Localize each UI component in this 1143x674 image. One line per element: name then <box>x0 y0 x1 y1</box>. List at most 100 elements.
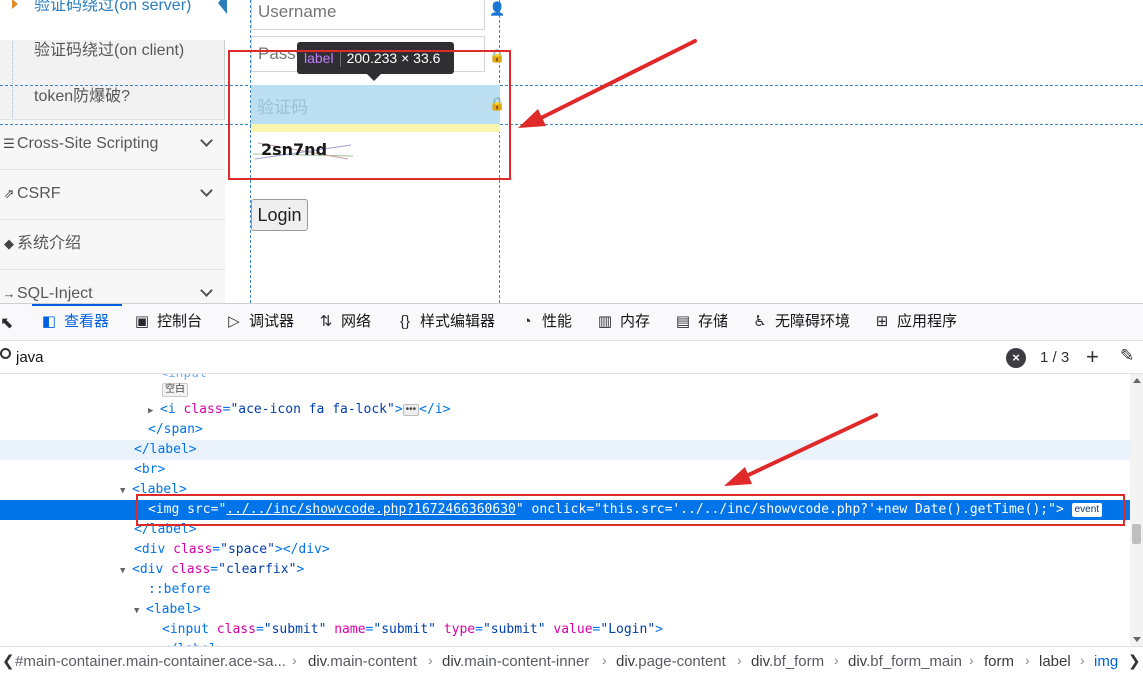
clear-search-button[interactable]: × <box>1006 348 1026 368</box>
collapse-triangle-icon[interactable]: ▼ <box>134 601 146 621</box>
memory-icon: ▥ <box>597 313 613 330</box>
tree-row[interactable]: <br> <box>0 460 1130 480</box>
breadcrumb-class: .page-content <box>634 653 726 670</box>
tab-inspector[interactable]: ◧ 查看器 <box>40 304 109 340</box>
breadcrumb-tag: label <box>1039 653 1071 670</box>
collapsed-children-badge[interactable]: ••• <box>402 403 420 416</box>
debugger-icon: ▷ <box>228 313 240 330</box>
sidebar-item-intro[interactable]: ◆ 系统介绍 <box>0 219 225 269</box>
scrollbar-thumb[interactable] <box>1132 524 1141 544</box>
attr-value: ace-icon fa fa-lock <box>238 402 387 417</box>
tree-row[interactable]: ::before <box>0 580 1130 600</box>
caret-right-icon <box>12 0 18 9</box>
breadcrumb-tag: div <box>442 653 461 670</box>
breadcrumb-item-current[interactable]: img <box>1094 653 1118 670</box>
share-icon: ⇗ <box>3 186 15 201</box>
tab-console[interactable]: ▣ 控制台 <box>133 304 202 340</box>
tree-row[interactable]: <input class="submit" name="submit" type… <box>0 620 1130 640</box>
login-button[interactable]: Login <box>251 199 308 231</box>
sidebar: 验证码绕过(on server) 验证码绕过(on client) token防… <box>0 0 227 303</box>
tab-storage[interactable]: ▤ 存储 <box>674 304 728 340</box>
attr-value: submit <box>381 622 429 637</box>
breadcrumb-class: #main-container.main-container.ace-sa... <box>15 653 286 670</box>
tab-debugger[interactable]: ▷ 调试器 <box>225 304 294 340</box>
breadcrumb-separator-icon: › <box>292 652 297 668</box>
collapse-triangle-icon[interactable]: ▼ <box>120 561 132 581</box>
breadcrumb-tag: div <box>848 653 867 670</box>
sidebar-item-captcha-server[interactable]: 验证码绕过(on server) <box>0 0 227 40</box>
breadcrumb-item[interactable]: div.main-content <box>308 653 417 670</box>
whitespace-badge[interactable]: 空白 <box>162 382 188 397</box>
tab-label: 无障碍环境 <box>775 313 851 330</box>
page-viewport: 验证码绕过(on server) 验证码绕过(on client) token防… <box>0 0 1143 303</box>
search-match-count: 1 / 3 <box>1040 349 1070 366</box>
tags-icon: ◆ <box>4 236 14 251</box>
breadcrumb-tag: div <box>751 653 770 670</box>
pseudo-element: ::before <box>148 582 211 597</box>
scroll-up-icon[interactable] <box>1133 378 1141 383</box>
breadcrumb-item[interactable]: div.bf_form <box>751 653 824 670</box>
active-marker-icon <box>218 0 227 14</box>
annotation-box-captcha <box>228 50 511 180</box>
storage-icon: ▤ <box>675 313 691 330</box>
tree-row[interactable]: ▼ <div class="clearfix"> <box>0 560 1130 580</box>
breadcrumb-item[interactable]: #main-container.main-container.ace-sa... <box>15 653 286 670</box>
chevron-down-icon <box>200 184 213 197</box>
sidebar-item-label: token防爆破? <box>34 88 131 105</box>
breadcrumb-item[interactable]: div.main-content-inner <box>442 653 589 670</box>
sidebar-item-label: 系统介绍 <box>17 235 82 252</box>
username-field[interactable] <box>251 0 485 30</box>
tab-label: 内存 <box>620 313 651 330</box>
tree-row[interactable]: </label> <box>0 440 1130 460</box>
tree-row[interactable]: <div class="space"></div> <box>0 540 1130 560</box>
highlight-guide-bottom <box>0 124 1143 125</box>
breadcrumb-item[interactable]: div.page-content <box>616 653 726 670</box>
tree-row[interactable]: </span> <box>0 420 1130 440</box>
breadcrumb-separator-icon: › <box>834 652 839 668</box>
chevron-down-icon <box>200 284 213 297</box>
annotation-box-img-node <box>136 494 1125 526</box>
search-input[interactable] <box>16 347 916 367</box>
tab-label: 控制台 <box>157 313 203 330</box>
tree-row[interactable]: ▼ <label> <box>0 600 1130 620</box>
breadcrumb-separator-icon: › <box>1025 652 1030 668</box>
tab-label: 应用程序 <box>897 313 958 330</box>
tree-row: 空白 <box>0 380 1130 400</box>
expand-triangle-icon[interactable]: ▶ <box>148 401 160 421</box>
collapse-triangle-icon[interactable]: ▼ <box>120 481 132 501</box>
sidebar-item-xss[interactable]: ☰ Cross-Site Scripting <box>0 119 225 169</box>
tab-accessibility[interactable]: ♿ 无障碍环境 <box>751 304 850 340</box>
highlight-guide-top <box>0 85 1143 86</box>
eyedropper-icon[interactable]: ✎ <box>1120 346 1134 366</box>
list-icon: ☰ <box>3 136 15 151</box>
breadcrumb-scroll-left-icon[interactable]: ❮ <box>2 652 15 670</box>
markup-scrollbar[interactable] <box>1130 374 1143 646</box>
sidebar-item-captcha-client[interactable]: 验证码绕过(on client) <box>0 41 225 85</box>
sidebar-item-sqli[interactable]: → SQL-Inject <box>0 269 225 303</box>
breadcrumb-separator-icon: › <box>602 652 607 668</box>
breadcrumb-separator-icon: › <box>737 652 742 668</box>
breadcrumb-scroll-right-icon[interactable]: ❯ <box>1128 652 1141 670</box>
attr-value: submit <box>271 622 319 637</box>
element-picker-icon[interactable]: ⬉ <box>0 313 13 333</box>
attr-value: clearfix <box>225 562 289 577</box>
tab-memory[interactable]: ▥ 内存 <box>596 304 650 340</box>
accessibility-icon: ♿ <box>753 313 767 330</box>
sidebar-item-csrf[interactable]: ⇗ CSRF <box>0 169 225 219</box>
breadcrumb-tag: img <box>1094 653 1119 670</box>
breadcrumb-item[interactable]: div.bf_form_main <box>848 653 962 670</box>
tab-label: 性能 <box>542 313 573 330</box>
user-icon: 👤 <box>489 1 506 16</box>
breadcrumb-item[interactable]: label <box>1039 653 1071 670</box>
tab-network[interactable]: ⇅ 网络 <box>317 304 371 340</box>
tab-label: 查看器 <box>64 313 110 330</box>
tab-performance[interactable]: ◔ 性能 <box>518 304 572 340</box>
breadcrumb-item[interactable]: form <box>984 653 1014 670</box>
scroll-down-icon[interactable] <box>1133 637 1141 642</box>
breadcrumb-class: .bf_form <box>769 653 825 670</box>
tab-application[interactable]: ⊞ 应用程序 <box>873 304 957 340</box>
tab-style-editor[interactable]: {} 样式编辑器 <box>396 304 495 340</box>
attr-value: Login <box>608 622 648 637</box>
add-node-button[interactable]: + <box>1086 344 1099 370</box>
tree-row[interactable]: ▶ <i class="ace-icon fa fa-lock"> ••• </i> <box>0 400 1130 420</box>
